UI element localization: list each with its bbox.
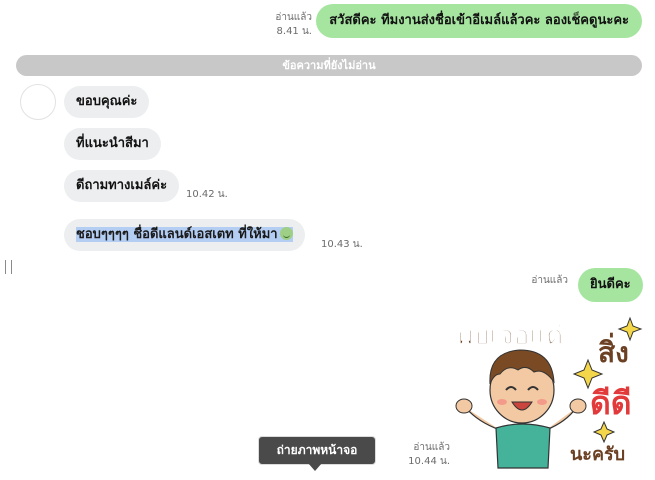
drag-handle-icon[interactable] <box>5 260 12 274</box>
selected-message-text[interactable]: ชอบๆๆๆๆ ชื่อดีแลนด์เอสเตท ที่ให้มา <box>76 227 293 242</box>
message-time: 10.44 น. <box>408 456 450 467</box>
unread-divider: ข้อความที่ยังไม่อ่าน <box>16 55 642 76</box>
message-text: ยินดีคะ <box>590 277 631 292</box>
unread-divider-label: ข้อความที่ยังไม่อ่าน <box>282 59 376 72</box>
sticker-text-2: สิ่ง <box>598 332 629 369</box>
smile-emoji-icon <box>279 227 293 240</box>
message-text: ดีถามทางเมล์ค่ะ <box>76 178 168 193</box>
message-text: สวัสดีคะ ทีมงานส่งชื่อเข้าอีเมล์แล้วคะ ล… <box>329 13 629 28</box>
message-time: 10.42 น. <box>186 189 228 200</box>
message-text: ขอบคุณค่ะ <box>76 94 138 109</box>
incoming-message-bubble[interactable]: ดีถามทางเมล์ค่ะ <box>64 170 180 202</box>
boy-sticker[interactable]: พบเจอแต่ สิ่ง ดีดี นะครับ <box>448 310 648 470</box>
message-text: ที่แนะนำสีมา <box>76 136 149 151</box>
read-label: อ่านแล้ว <box>413 442 450 453</box>
sparkle-icon <box>592 420 616 444</box>
read-receipt: อ่านแล้ว 10.44 น. <box>396 441 450 469</box>
tooltip-label: ถ่ายภาพหน้าจอ <box>276 443 358 457</box>
message-text: ชอบๆๆๆๆ ชื่อดีแลนด์เอสเตท ที่ให้มา <box>76 227 278 242</box>
sticker-text-4: นะครับ <box>570 444 625 465</box>
incoming-message-bubble[interactable]: ขอบคุณค่ะ <box>64 86 150 118</box>
outgoing-message-bubble[interactable]: สวัสดีคะ ทีมงานส่งชื่อเข้าอีเมล์แล้วคะ ล… <box>316 4 642 38</box>
outgoing-message-bubble[interactable]: ยินดีคะ <box>578 268 643 302</box>
incoming-message-bubble[interactable]: ที่แนะนำสีมา <box>64 128 161 160</box>
boy-character <box>455 349 587 469</box>
message-time: 8.41 น. <box>276 26 312 37</box>
read-label: อ่านแล้ว <box>531 275 568 286</box>
read-receipt: อ่านแล้ว 8.41 น. <box>262 11 312 39</box>
tooltip-arrow <box>308 463 322 471</box>
screenshot-tooltip[interactable]: ถ่ายภาพหน้าจอ <box>258 436 376 465</box>
message-time: 10.43 น. <box>321 239 363 250</box>
sticker-text-1: พบเจอแต่ <box>456 321 563 351</box>
sticker-text-3: ดีดี <box>590 384 632 422</box>
read-label: อ่านแล้ว <box>275 12 312 23</box>
incoming-message-bubble[interactable]: ชอบๆๆๆๆ ชื่อดีแลนด์เอสเตท ที่ให้มา <box>64 219 305 251</box>
avatar[interactable] <box>20 84 56 120</box>
